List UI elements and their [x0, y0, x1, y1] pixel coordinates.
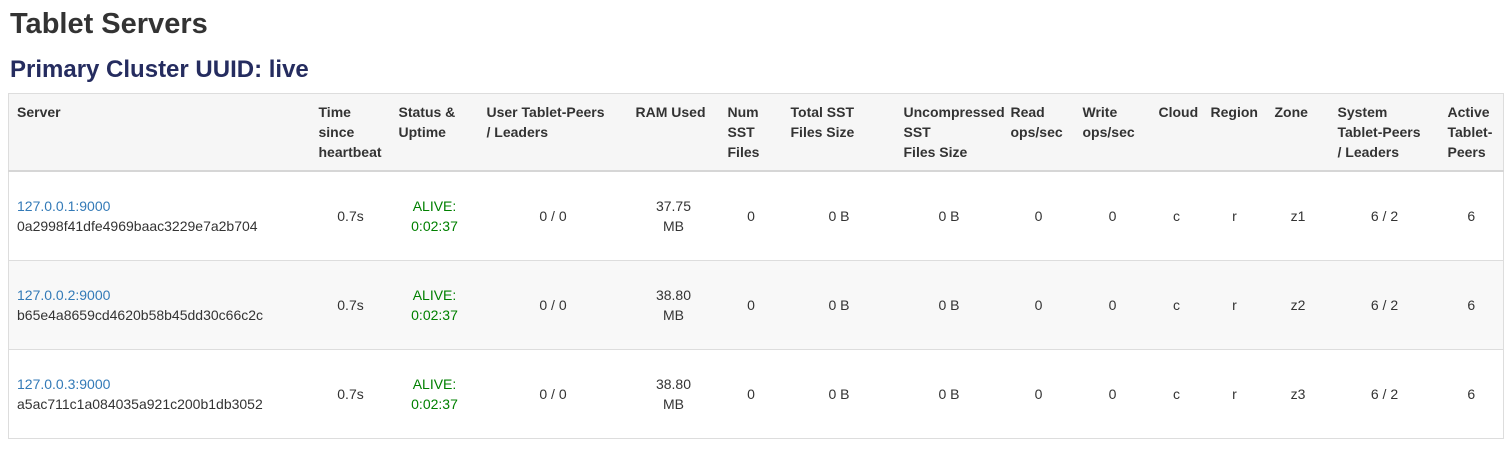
cell-user-tablet-peers-leaders: 0 / 0: [479, 261, 628, 350]
tablet-servers-table: ServerTime since heartbeatStatus & Uptim…: [8, 93, 1504, 439]
cell-system-tablet-peers-leaders: 6 / 2: [1330, 171, 1440, 261]
cell-total-sst-files-size: 0 B: [783, 261, 896, 350]
server-uuid: 0a2998f41dfe4969baac3229e7a2b704: [17, 216, 303, 236]
column-header-region: Region: [1203, 93, 1267, 171]
cell-system-tablet-peers-leaders: 6 / 2: [1330, 261, 1440, 350]
cell-user-tablet-peers-leaders: 0 / 0: [479, 171, 628, 261]
table-row: 127.0.0.1:9000 0a2998f41dfe4969baac3229e7…: [9, 171, 1504, 261]
cell-zone: z1: [1267, 171, 1330, 261]
cell-server: 127.0.0.2:9000 b65e4a8659cd4620b58b45dd30…: [9, 261, 311, 350]
cell-server: 127.0.0.3:9000 a5ac711c1a084035a921c200b1…: [9, 350, 311, 439]
column-header-read-ops-sec: Read ops/sec: [1003, 93, 1075, 171]
cell-status-uptime: ALIVE: 0:02:37: [391, 261, 479, 350]
table-row: 127.0.0.2:9000 b65e4a8659cd4620b58b45dd30…: [9, 261, 1504, 350]
page-title: Tablet Servers: [10, 8, 1502, 41]
column-header-time-since-heartbeat: Time since heartbeat: [311, 93, 391, 171]
column-header-active-tablet-peers: Active Tablet- Peers: [1440, 93, 1504, 171]
cell-region: r: [1203, 261, 1267, 350]
cell-system-tablet-peers-leaders: 6 / 2: [1330, 350, 1440, 439]
cell-cloud: c: [1151, 350, 1203, 439]
column-header-zone: Zone: [1267, 93, 1330, 171]
cell-total-sst-files-size: 0 B: [783, 350, 896, 439]
server-uuid: b65e4a8659cd4620b58b45dd30c66c2c: [17, 305, 303, 325]
cell-write-ops-sec: 0: [1075, 171, 1151, 261]
cell-status-uptime: ALIVE: 0:02:37: [391, 171, 479, 261]
cell-active-tablet-peers: 6: [1440, 171, 1504, 261]
server-address-link[interactable]: 127.0.0.1:9000: [17, 198, 110, 214]
cell-ram-used: 38.80 MB: [628, 261, 720, 350]
cell-server: 127.0.0.1:9000 0a2998f41dfe4969baac3229e7…: [9, 171, 311, 261]
column-header-system-tablet-peers-leaders: System Tablet-Peers / Leaders: [1330, 93, 1440, 171]
cell-num-sst-files: 0: [720, 350, 783, 439]
cell-status-uptime: ALIVE: 0:02:37: [391, 350, 479, 439]
cell-zone: z3: [1267, 350, 1330, 439]
table-row: 127.0.0.3:9000 a5ac711c1a084035a921c200b1…: [9, 350, 1504, 439]
column-header-num-sst-files: Num SST Files: [720, 93, 783, 171]
column-header-status-uptime: Status & Uptime: [391, 93, 479, 171]
cell-ram-used: 37.75 MB: [628, 171, 720, 261]
cell-region: r: [1203, 350, 1267, 439]
cell-zone: z2: [1267, 261, 1330, 350]
column-header-user-tablet-peers-leaders: User Tablet-Peers / Leaders: [479, 93, 628, 171]
cell-region: r: [1203, 171, 1267, 261]
column-header-ram-used: RAM Used: [628, 93, 720, 171]
server-address-link[interactable]: 127.0.0.3:9000: [17, 376, 110, 392]
cell-ram-used: 38.80 MB: [628, 350, 720, 439]
cell-time-since-heartbeat: 0.7s: [311, 350, 391, 439]
column-header-server: Server: [9, 93, 311, 171]
cell-cloud: c: [1151, 171, 1203, 261]
cell-total-sst-files-size: 0 B: [783, 171, 896, 261]
cell-uncompressed-sst-files-size: 0 B: [896, 171, 1003, 261]
cell-uncompressed-sst-files-size: 0 B: [896, 261, 1003, 350]
server-address-link[interactable]: 127.0.0.2:9000: [17, 287, 110, 303]
cell-num-sst-files: 0: [720, 171, 783, 261]
column-header-uncompressed-sst-files-size: Uncompressed SST Files Size: [896, 93, 1003, 171]
table-header: ServerTime since heartbeatStatus & Uptim…: [9, 93, 1504, 171]
cell-active-tablet-peers: 6: [1440, 350, 1504, 439]
cell-time-since-heartbeat: 0.7s: [311, 171, 391, 261]
cell-read-ops-sec: 0: [1003, 261, 1075, 350]
column-header-write-ops-sec: Write ops/sec: [1075, 93, 1151, 171]
cell-read-ops-sec: 0: [1003, 171, 1075, 261]
cell-read-ops-sec: 0: [1003, 350, 1075, 439]
column-header-total-sst-files-size: Total SST Files Size: [783, 93, 896, 171]
cell-user-tablet-peers-leaders: 0 / 0: [479, 350, 628, 439]
cluster-uuid-heading: Primary Cluster UUID: live: [10, 56, 1502, 84]
cell-uncompressed-sst-files-size: 0 B: [896, 350, 1003, 439]
cell-active-tablet-peers: 6: [1440, 261, 1504, 350]
cell-write-ops-sec: 0: [1075, 350, 1151, 439]
cell-num-sst-files: 0: [720, 261, 783, 350]
column-header-cloud: Cloud: [1151, 93, 1203, 171]
cell-write-ops-sec: 0: [1075, 261, 1151, 350]
server-uuid: a5ac711c1a084035a921c200b1db3052: [17, 394, 303, 414]
cell-cloud: c: [1151, 261, 1203, 350]
table-header-row: ServerTime since heartbeatStatus & Uptim…: [9, 93, 1504, 171]
cell-time-since-heartbeat: 0.7s: [311, 261, 391, 350]
